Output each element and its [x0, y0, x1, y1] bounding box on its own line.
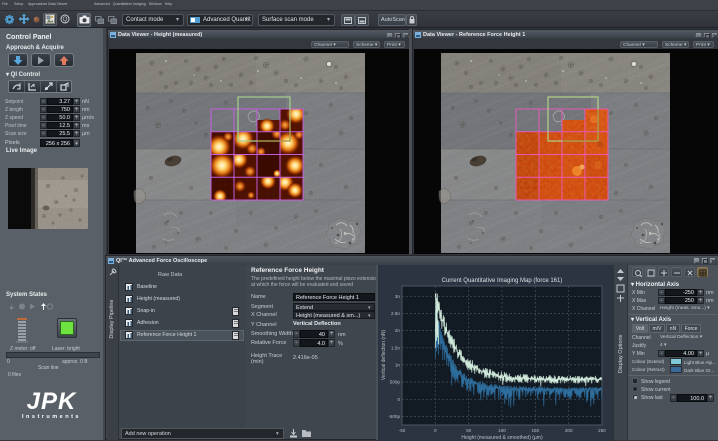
svg-text:50: 50 [466, 428, 472, 433]
svg-text:Height (measured & smoothed) (: Height (measured & smoothed) (µm) [461, 435, 543, 441]
svg-text:1n: 1n [395, 363, 401, 368]
svg-text:Current Quantitative Imaging M: Current Quantitative Imaging Map (force … [442, 278, 563, 284]
svg-text:1.5n: 1.5n [391, 345, 400, 350]
svg-text:-500p: -500p [388, 414, 400, 419]
svg-text:100: 100 [498, 428, 506, 433]
svg-text:150: 150 [531, 428, 539, 433]
svg-text:Q: Q [63, 17, 68, 23]
svg-text:200: 200 [565, 428, 573, 433]
svg-text:500p: 500p [390, 380, 401, 385]
svg-text:-50: -50 [399, 428, 406, 433]
svg-text:2.5n: 2.5n [391, 311, 400, 316]
svg-text:2n: 2n [395, 328, 401, 333]
svg-text:0: 0 [397, 397, 400, 402]
svg-text:250: 250 [598, 428, 606, 433]
svg-text:0: 0 [434, 428, 437, 433]
svg-text:Vertical deflection (nN): Vertical deflection (nN) [381, 330, 387, 381]
svg-text:3n: 3n [395, 294, 401, 299]
